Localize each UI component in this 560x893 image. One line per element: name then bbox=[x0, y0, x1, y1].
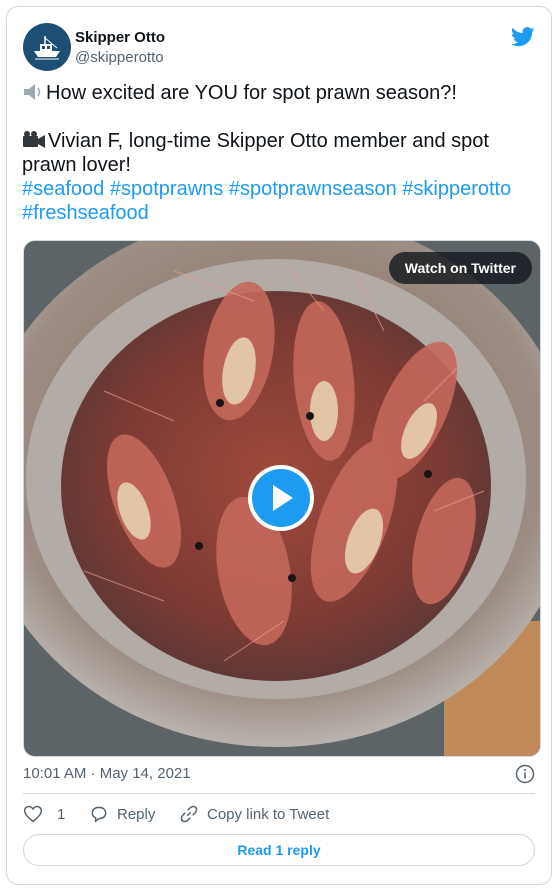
copy-link-label: Copy link to Tweet bbox=[207, 805, 330, 823]
hashtag-link[interactable]: #seafood bbox=[22, 178, 104, 200]
author-handle[interactable]: @skipperotto bbox=[75, 49, 164, 66]
link-icon bbox=[180, 805, 198, 823]
play-button[interactable] bbox=[248, 465, 314, 531]
tweet-line-2: Vivian F, long-time Skipper Otto member … bbox=[22, 129, 542, 177]
tweet-line-1: How excited are YOU for spot prawn seaso… bbox=[22, 81, 542, 105]
tweet-line-1-text: How excited are YOU for spot prawn seaso… bbox=[46, 82, 457, 104]
watch-on-twitter-button[interactable]: Watch on Twitter bbox=[388, 252, 532, 284]
play-icon bbox=[273, 485, 293, 511]
tweet-text: How excited are YOU for spot prawn seaso… bbox=[22, 81, 542, 225]
video-media[interactable]: Watch on Twitter bbox=[23, 240, 541, 757]
copy-link-button[interactable]: Copy link to Tweet bbox=[179, 802, 329, 826]
read-replies-button[interactable]: Read 1 reply bbox=[23, 834, 535, 866]
hashtag-link[interactable]: #spotprawnseason bbox=[229, 178, 397, 200]
avatar[interactable] bbox=[23, 23, 71, 71]
divider bbox=[23, 793, 535, 794]
twitter-bird-icon[interactable] bbox=[511, 27, 535, 47]
like-button[interactable]: 1 bbox=[23, 802, 65, 826]
hashtag-link[interactable]: #freshseafood bbox=[22, 202, 149, 224]
info-icon[interactable] bbox=[515, 764, 535, 784]
play-button-circle bbox=[252, 469, 310, 527]
reply-bubble-icon bbox=[91, 806, 107, 823]
like-count: 1 bbox=[57, 805, 66, 823]
reply-button[interactable]: Reply bbox=[89, 802, 155, 826]
tweet-header: Skipper Otto @skipperotto bbox=[23, 23, 535, 73]
tweet-timestamp[interactable]: 10:01 AM · May 14, 2021 bbox=[23, 765, 191, 782]
heart-icon bbox=[23, 805, 43, 823]
author-name[interactable]: Skipper Otto bbox=[75, 29, 165, 46]
boat-logo-icon bbox=[34, 36, 60, 60]
hashtag-link[interactable]: #spotprawns bbox=[110, 178, 223, 200]
hashtag-line: #seafood #spotprawns #spotprawnseason #s… bbox=[22, 177, 542, 225]
tweet-line-2-text: Vivian F, long-time Skipper Otto member … bbox=[22, 130, 489, 176]
reply-label: Reply bbox=[117, 805, 156, 823]
speaker-icon bbox=[24, 84, 41, 100]
hashtag-link[interactable]: #skipperotto bbox=[402, 178, 511, 200]
tweet-card: Skipper Otto @skipperotto How excited ar… bbox=[6, 6, 552, 885]
action-bar: 1 Reply Copy link to Tweet bbox=[23, 802, 535, 826]
video-camera-icon bbox=[23, 131, 45, 148]
